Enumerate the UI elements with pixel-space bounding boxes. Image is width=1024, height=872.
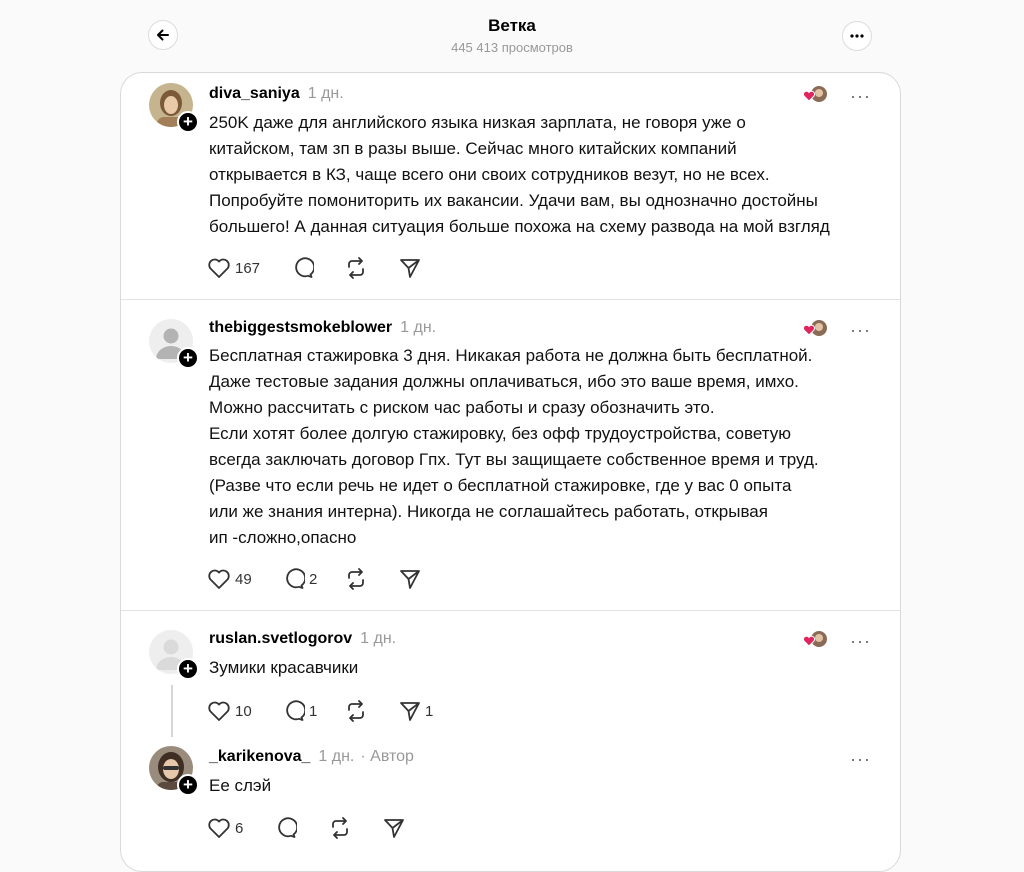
post-text: Зумики красавчики	[209, 658, 359, 677]
like-count: 10	[235, 702, 252, 720]
post-actions: 6	[207, 817, 447, 841]
comment-icon	[295, 257, 314, 278]
username[interactable]: ruslan.svetlogorov	[209, 630, 352, 647]
repost-button[interactable]	[345, 700, 367, 722]
author-liked-indicator	[801, 628, 831, 652]
avatar[interactable]: +	[149, 746, 199, 796]
reply-button[interactable]: 1	[283, 700, 317, 722]
avatar[interactable]: +	[149, 319, 199, 369]
send-icon	[400, 259, 420, 278]
thread-card: + diva_saniya 1 дн. ··· 250K даже для анг…	[120, 72, 901, 872]
like-count: 49	[235, 570, 252, 588]
share-button[interactable]	[399, 568, 421, 590]
post-actions: 167	[207, 257, 447, 281]
share-count: 1	[425, 702, 434, 720]
author-liked-indicator	[801, 83, 831, 107]
more-options-button[interactable]	[842, 21, 872, 51]
heart-icon	[208, 569, 230, 589]
post-author[interactable]: diva_saniya 1 дн.	[209, 85, 344, 103]
follow-plus-icon[interactable]: +	[177, 347, 199, 369]
post-author[interactable]: _karikenova_ 1 дн. · Автор	[209, 748, 414, 766]
post-time: 1 дн.	[400, 319, 437, 336]
comment-icon	[278, 817, 297, 838]
top-bar: Ветка 445 413 просмотров	[0, 0, 1024, 72]
post-text: Ее слэй	[209, 776, 272, 795]
post-time: 1 дн.	[360, 630, 397, 647]
repost-button[interactable]	[329, 817, 351, 839]
heart-icon	[208, 818, 230, 838]
post-time: 1 дн.	[318, 748, 355, 765]
repost-button[interactable]	[345, 257, 367, 279]
follow-plus-icon[interactable]: +	[177, 774, 199, 796]
post-author[interactable]: ruslan.svetlogorov 1 дн.	[209, 630, 396, 648]
post: + _karikenova_ 1 дн. · Автор ··· Ее слэй	[121, 731, 900, 871]
reply-count: 2	[309, 570, 318, 588]
like-count: 167	[235, 259, 261, 277]
thread-connector-line	[171, 685, 173, 737]
like-button[interactable]: 49	[207, 568, 252, 590]
post: + diva_saniya 1 дн. ··· 250K даже для анг…	[121, 73, 900, 299]
reply-count: 1	[309, 702, 318, 720]
avatar[interactable]: +	[149, 630, 199, 680]
username[interactable]: _karikenova_	[209, 748, 310, 765]
reply-button[interactable]	[275, 817, 297, 839]
share-button[interactable]: 1	[399, 700, 433, 722]
username[interactable]: thebiggestsmokeblower	[209, 319, 392, 336]
post: + ruslan.svetlogorov 1 дн. ··· Зумики кра…	[121, 611, 900, 731]
send-icon	[400, 570, 420, 589]
post-more-button[interactable]: ···	[850, 87, 871, 105]
post-more-button[interactable]: ···	[850, 632, 871, 650]
like-button[interactable]: 6	[207, 817, 243, 839]
post-more-button[interactable]: ···	[850, 321, 871, 339]
author-liked-indicator	[801, 317, 831, 341]
reply-button[interactable]	[292, 257, 314, 279]
comment-icon	[286, 700, 305, 721]
like-button[interactable]: 10	[207, 700, 252, 722]
post-author[interactable]: thebiggestsmokeblower 1 дн.	[209, 319, 436, 337]
share-button[interactable]	[399, 257, 421, 279]
reply-button[interactable]: 2	[283, 568, 317, 590]
like-count: 6	[235, 819, 244, 837]
follow-plus-icon[interactable]: +	[177, 658, 199, 680]
post-time: 1 дн.	[307, 85, 344, 102]
repost-icon	[348, 700, 364, 722]
post-more-button[interactable]: ···	[850, 750, 871, 768]
post: + thebiggestsmokeblower 1 дн. ··· Бесплат…	[121, 300, 900, 610]
send-icon	[384, 819, 404, 838]
like-button[interactable]: 167	[207, 257, 260, 279]
repost-icon	[348, 257, 364, 279]
username[interactable]: diva_saniya	[209, 85, 300, 102]
avatar[interactable]: +	[149, 83, 199, 133]
share-button[interactable]	[383, 817, 405, 839]
more-horizontal-icon	[850, 34, 864, 38]
post-actions: 49 2	[207, 568, 447, 592]
send-icon	[400, 702, 420, 721]
repost-icon	[332, 817, 348, 839]
author-tag: · Автор	[360, 748, 414, 765]
post-actions: 10 1 1	[207, 700, 447, 724]
post-text: Бесплатная стажировка 3 дня. Никакая раб…	[209, 346, 819, 547]
repost-button[interactable]	[345, 568, 367, 590]
repost-icon	[348, 568, 364, 590]
follow-plus-icon[interactable]: +	[177, 111, 199, 133]
heart-icon	[208, 701, 230, 721]
post-text: 250K даже для английского языка низкая з…	[209, 113, 830, 236]
comment-icon	[286, 568, 305, 589]
heart-icon	[208, 258, 230, 278]
